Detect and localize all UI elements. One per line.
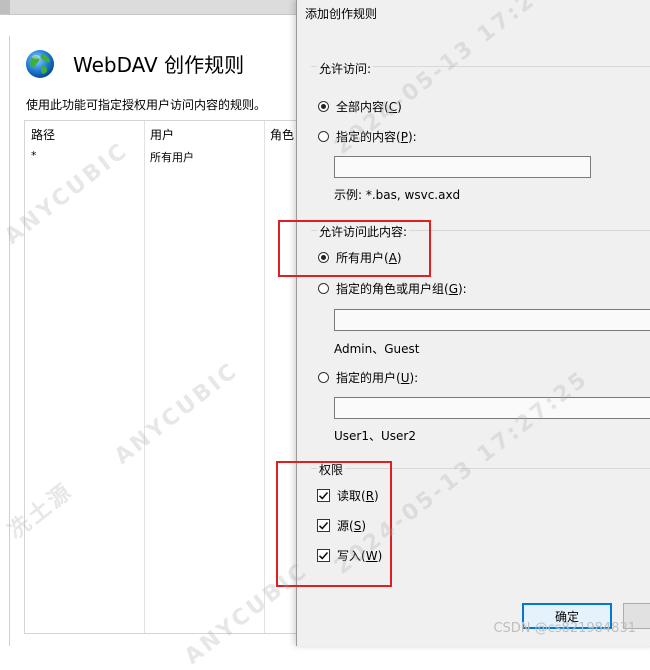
column-divider bbox=[264, 121, 265, 633]
specified-users-key: U bbox=[400, 370, 410, 385]
dialog-title: 添加创作规则 bbox=[305, 7, 378, 21]
allow-access-label: 允许访问: bbox=[317, 60, 374, 77]
radio-roles-groups[interactable]: 指定的角色或用户组(G): bbox=[318, 280, 467, 297]
roles-groups-suffix: ): bbox=[458, 281, 467, 296]
radio-specified-content-indicator[interactable] bbox=[318, 131, 329, 142]
radio-roles-groups-indicator[interactable] bbox=[318, 283, 329, 294]
table-row-path[interactable]: * bbox=[31, 149, 37, 162]
radio-all-content[interactable]: 全部内容(C) bbox=[318, 98, 402, 115]
all-content-label: 全部内容( bbox=[336, 100, 389, 114]
column-header-path[interactable]: 路径 bbox=[31, 126, 55, 143]
specified-content-label: 指定的内容( bbox=[336, 130, 401, 144]
roles-groups-key: G bbox=[448, 281, 458, 296]
specified-content-input[interactable] bbox=[334, 156, 591, 178]
specified-users-example: User1、User2 bbox=[334, 429, 416, 443]
highlight-box-users bbox=[278, 220, 431, 277]
specified-content-key: P bbox=[400, 129, 408, 144]
specified-users-label: 指定的用户( bbox=[336, 371, 401, 385]
specified-users-input[interactable] bbox=[334, 397, 650, 419]
highlight-box-permissions bbox=[276, 461, 392, 587]
page-description: 使用此功能可指定授权用户访问内容的规则。 bbox=[26, 98, 267, 112]
page-title: WebDAV 创作规则 bbox=[73, 53, 245, 77]
radio-all-content-indicator[interactable] bbox=[318, 101, 329, 112]
bg-toolbar-corner bbox=[0, 0, 10, 14]
roles-groups-label: 指定的角色或用户组( bbox=[336, 282, 449, 296]
bg-divider bbox=[9, 36, 10, 646]
webdav-rules-page: WebDAV 创作规则 使用此功能可指定授权用户访问内容的规则。 路径 用户 角… bbox=[0, 0, 326, 646]
bg-toolbar-strip bbox=[0, 0, 300, 15]
radio-specified-content[interactable]: 指定的内容(P): bbox=[318, 128, 417, 145]
specified-users-suffix: ): bbox=[409, 370, 419, 385]
all-content-key: C bbox=[388, 99, 398, 114]
column-header-users[interactable]: 用户 bbox=[150, 126, 174, 143]
specified-content-example: 示例: *.bas, wsvc.axd bbox=[334, 188, 461, 202]
column-divider bbox=[144, 121, 145, 633]
specified-content-suffix: ): bbox=[407, 129, 417, 144]
table-row-users[interactable]: 所有用户 bbox=[150, 149, 194, 165]
roles-groups-input[interactable] bbox=[334, 309, 650, 331]
site-credit: CSDN @cs821984831 bbox=[493, 621, 636, 636]
radio-specified-users[interactable]: 指定的用户(U): bbox=[318, 369, 418, 386]
roles-groups-example: Admin、Guest bbox=[334, 342, 420, 356]
radio-specified-users-indicator[interactable] bbox=[318, 372, 329, 383]
globe-icon bbox=[26, 50, 54, 78]
column-header-roles[interactable]: 角色 bbox=[270, 126, 294, 143]
